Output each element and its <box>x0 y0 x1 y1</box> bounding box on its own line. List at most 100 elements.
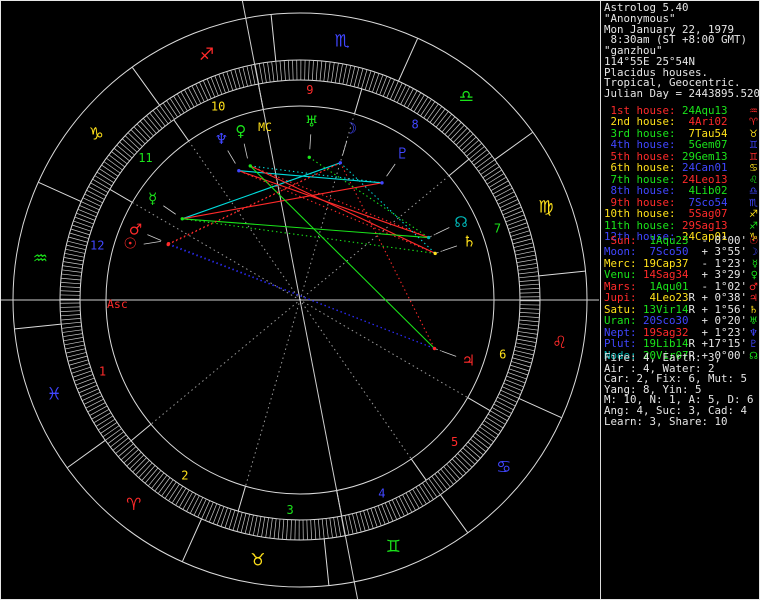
degree-tick <box>129 454 145 469</box>
degree-tick <box>493 403 512 414</box>
planet-icon: ☉ <box>749 236 758 247</box>
degree-tick <box>286 519 289 540</box>
sign-cusp-line <box>182 518 203 562</box>
degree-tick <box>412 488 423 506</box>
planet-dot-nept <box>237 169 241 173</box>
degree-tick <box>396 84 407 103</box>
sign-cusp-line <box>518 397 562 418</box>
degree-tick <box>138 462 153 478</box>
degree-tick <box>78 209 97 218</box>
zodiac-sign-icon: ♐ <box>749 220 758 232</box>
degree-tick <box>349 66 356 86</box>
degree-tick <box>292 60 294 81</box>
degree-tick <box>518 271 538 275</box>
degree-tick <box>269 518 273 538</box>
house-number-9: 9 <box>306 83 313 97</box>
degree-tick <box>188 87 198 106</box>
element-mode-stats: Fire: 4, Earth: 3, Air : 4, Water: 2 Car: … <box>604 352 754 428</box>
degree-tick <box>402 494 412 513</box>
degree-tick <box>62 269 82 273</box>
degree-tick <box>62 325 82 329</box>
degree-tick <box>405 492 416 511</box>
planet-label: Plut: <box>604 337 637 351</box>
degree-tick <box>101 165 119 177</box>
degree-tick <box>180 91 192 110</box>
degree-tick <box>84 193 103 204</box>
planet-dot-uran <box>307 155 311 160</box>
degree-tick <box>210 77 219 96</box>
degree-tick <box>497 396 516 407</box>
degree-tick <box>325 518 329 538</box>
degree-tick <box>61 317 81 321</box>
degree-tick <box>168 483 180 501</box>
sign-capricorn-glyph: ♑ <box>89 125 104 145</box>
planet-pointer-uran <box>309 134 312 150</box>
degree-tick <box>449 461 463 477</box>
degree-tick <box>64 257 84 262</box>
degree-tick <box>145 467 159 484</box>
aspect-mars-jupi <box>168 243 435 350</box>
degree-tick <box>140 121 154 137</box>
degree-tick <box>422 482 434 500</box>
degree-tick <box>115 440 132 454</box>
planet-satu-glyph: ♄ <box>463 233 476 251</box>
degree-tick <box>473 152 490 166</box>
degree-tick <box>118 443 134 457</box>
degree-tick <box>65 248 86 254</box>
degree-tick <box>126 451 142 466</box>
degree-tick <box>416 97 428 115</box>
planet-dot-jupi <box>432 346 437 351</box>
degree-tick <box>246 66 252 86</box>
house-cusp-tick-3 <box>237 486 246 512</box>
degree-tick <box>338 64 343 84</box>
degree-tick <box>61 277 81 281</box>
aspect-uran-node <box>308 156 429 238</box>
degree-tick <box>88 186 107 197</box>
planet-icon: ♄ <box>749 304 758 316</box>
degree-tick <box>426 104 439 121</box>
degree-tick <box>66 244 86 251</box>
degree-tick <box>441 116 455 133</box>
degree-tick <box>479 426 496 439</box>
degree-tick <box>440 468 454 485</box>
degree-tick <box>63 333 83 337</box>
degree-tick <box>502 386 521 395</box>
degree-tick <box>377 505 386 525</box>
degree-tick <box>482 166 500 178</box>
planet-node-glyph: ☊ <box>454 213 467 231</box>
degree-tick <box>105 428 122 441</box>
zodiac-sign-icon: ♉ <box>749 128 758 140</box>
planet-pointer-dash <box>436 250 443 254</box>
house-number-8: 8 <box>412 117 419 131</box>
planet-pointer-dash <box>435 348 443 352</box>
degree-tick <box>489 410 508 421</box>
house-cusp-table: 1st house: 24Aqu13 ♒ 2nd house: 4Ari02 ♈ 3… <box>604 105 758 243</box>
degree-tick <box>92 179 111 190</box>
degree-tick <box>410 92 421 111</box>
degree-tick <box>518 275 539 279</box>
degree-tick <box>134 126 149 142</box>
degree-tick <box>463 140 479 154</box>
house-cusp-value: 5Sag07 <box>675 207 728 221</box>
degree-tick <box>273 518 277 539</box>
degree-tick <box>438 114 452 130</box>
degree-tick <box>434 473 448 490</box>
degree-tick <box>242 67 248 87</box>
stats-line-7: Learn: 3, Share: 10 <box>604 414 728 428</box>
degree-tick <box>323 61 327 82</box>
planet-icon: ♃ <box>749 293 758 305</box>
planet-position-table: Sun: 1Aqu23 - 0°00' ☉ Moon: 7Sco50 + 3°55'… <box>604 235 758 362</box>
degree-tick <box>468 146 485 160</box>
aspect-sun-moon <box>167 162 341 246</box>
house-number-4: 4 <box>378 486 385 500</box>
degree-tick <box>517 267 538 271</box>
degree-tick <box>67 240 87 247</box>
degree-tick <box>275 61 279 82</box>
degree-tick <box>513 242 533 248</box>
sign-aries-glyph: ♈ <box>126 495 141 515</box>
aspect-nept-plut <box>238 170 383 184</box>
degree-tick <box>465 444 481 459</box>
degree-tick <box>61 282 81 285</box>
degree-tick <box>290 519 292 540</box>
degree-tick <box>498 393 517 403</box>
